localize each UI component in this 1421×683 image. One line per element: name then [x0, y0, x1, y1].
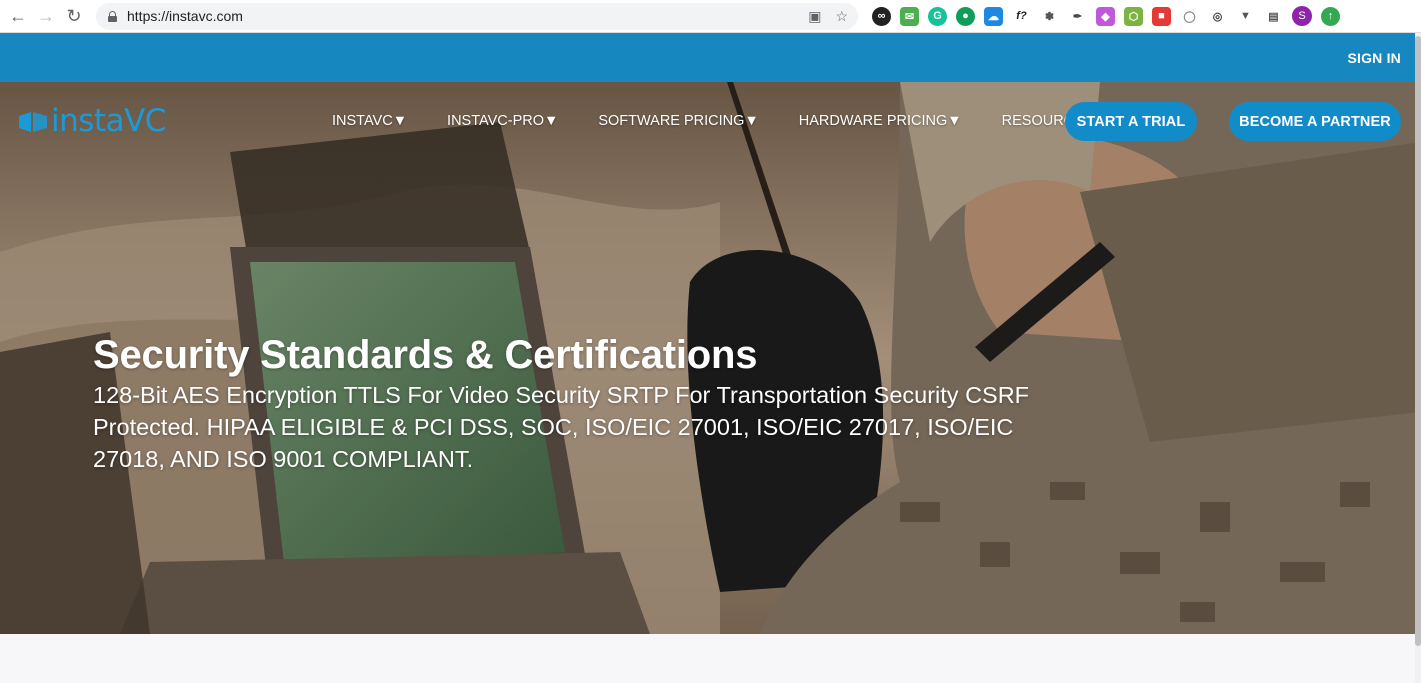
- browser-toolbar: ← → ↻ https://instavc.com ▣ ☆ ∞ ✉ G ● ☁ …: [0, 0, 1421, 33]
- extension-cart-icon[interactable]: ●: [956, 6, 975, 26]
- scrollbar-thumb[interactable]: [1415, 36, 1421, 646]
- hero-subtitle: 128-Bit AES Encryption TTLS For Video Se…: [93, 382, 1030, 472]
- extension-node-icon[interactable]: ⬡: [1124, 6, 1143, 26]
- main-nav: INSTAVC▼ INSTAVC-PRO▼ SOFTWARE PRICING▼ …: [332, 113, 1148, 129]
- nav-item-software-pricing[interactable]: SOFTWARE PRICING▼: [598, 113, 758, 129]
- start-trial-button[interactable]: START A TRIAL: [1065, 102, 1197, 141]
- blocked-content-icon[interactable]: ▣: [808, 8, 821, 25]
- extension-bug-icon[interactable]: ✽: [1040, 6, 1059, 26]
- address-url[interactable]: https://instavc.com: [127, 8, 243, 24]
- hero-section: instaVC INSTAVC▼ INSTAVC-PRO▼ SOFTWARE P…: [0, 82, 1421, 634]
- logo-text: instaVC: [51, 103, 166, 139]
- lock-icon: [108, 10, 117, 22]
- extension-owl-icon[interactable]: ∞: [872, 6, 891, 26]
- reload-icon[interactable]: ↻: [62, 4, 86, 28]
- nav-item-instavc-pro[interactable]: INSTAVC-PRO▼: [447, 113, 558, 129]
- extension-function-icon[interactable]: f?: [1012, 6, 1031, 26]
- address-bar[interactable]: https://instavc.com ▣ ☆: [96, 2, 858, 30]
- back-arrow-icon[interactable]: ←: [6, 4, 30, 28]
- logo-mark-icon: [19, 111, 47, 132]
- update-arrow-icon[interactable]: ↑: [1321, 6, 1340, 26]
- extension-eyedropper-icon[interactable]: ✒: [1068, 6, 1087, 26]
- extension-grammarly-icon[interactable]: G: [928, 6, 947, 26]
- instavc-logo[interactable]: instaVC: [17, 106, 166, 137]
- sign-in-link[interactable]: SIGN IN: [1347, 50, 1401, 66]
- extension-tag-icon[interactable]: ◆: [1096, 6, 1115, 26]
- profile-avatar[interactable]: S: [1292, 6, 1312, 26]
- extensions-bar: ∞ ✉ G ● ☁ f? ✽ ✒ ◆ ⬡ ■ ◯ ◎ ▼ ▤ S ↑: [872, 6, 1340, 26]
- extension-cloud-icon[interactable]: ☁: [984, 6, 1003, 26]
- extension-layout-icon[interactable]: ▤: [1264, 6, 1283, 26]
- extension-red-icon[interactable]: ■: [1152, 6, 1171, 26]
- extension-vue-icon[interactable]: ▼: [1236, 6, 1255, 26]
- top-bar: SIGN IN: [0, 33, 1421, 82]
- extension-circle-icon[interactable]: ◎: [1208, 6, 1227, 26]
- nav-item-instavc[interactable]: INSTAVC▼: [332, 113, 407, 129]
- become-partner-button[interactable]: BECOME A PARTNER: [1229, 102, 1401, 141]
- bookmark-star-icon[interactable]: ☆: [835, 8, 848, 25]
- extension-clock-icon[interactable]: ◯: [1180, 6, 1199, 26]
- extension-mail-icon[interactable]: ✉: [900, 6, 919, 26]
- hero-title: Security Standards & Certifications: [93, 333, 758, 377]
- nav-item-hardware-pricing[interactable]: HARDWARE PRICING▼: [799, 113, 962, 129]
- forward-arrow-icon[interactable]: →: [34, 4, 58, 28]
